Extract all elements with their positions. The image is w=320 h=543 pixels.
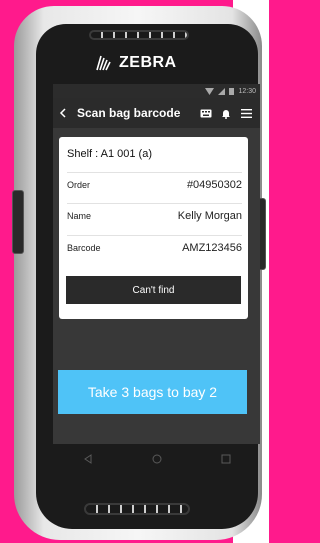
nav-back-icon[interactable] (83, 454, 93, 464)
status-bar: 12:30 (53, 84, 260, 98)
name-value: Kelly Morgan (177, 210, 242, 222)
cant-find-button[interactable]: Can't find (66, 276, 241, 304)
barcode-label: Barcode (67, 243, 101, 253)
keyboard-button[interactable] (198, 106, 214, 120)
order-value: #04950302 (186, 179, 242, 191)
wifi-icon (205, 87, 215, 95)
menu-icon (240, 108, 252, 118)
shelf-label: Shelf : A1 001 (a) (67, 148, 152, 160)
chevron-left-icon (59, 107, 66, 118)
zebra-logo-icon (96, 55, 111, 71)
device-screen: 12:30 Scan bag barcode Shelf : A1 001 (a… (53, 84, 260, 444)
nav-recents-icon[interactable] (221, 454, 231, 464)
name-row: Name Kelly Morgan (67, 203, 242, 228)
back-button[interactable] (59, 106, 73, 121)
menu-button[interactable] (238, 106, 254, 120)
signal-icon (218, 87, 226, 95)
notifications-button[interactable] (218, 106, 234, 120)
speaker-grille-bottom (84, 503, 190, 515)
keyboard-icon (200, 109, 212, 117)
take-bags-button[interactable]: Take 3 bags to bay 2 (58, 370, 247, 414)
order-row: Order #04950302 (67, 172, 242, 197)
barcode-row: Barcode AMZ123456 (67, 235, 242, 260)
battery-icon (229, 87, 235, 95)
nav-home-icon[interactable] (152, 454, 162, 464)
device-side-button-left (12, 190, 24, 254)
name-label: Name (67, 211, 92, 221)
barcode-value: AMZ123456 (182, 242, 242, 254)
status-time: 12:30 (238, 87, 256, 95)
brand-name: ZEBRA (119, 54, 177, 71)
speaker-grille-top (89, 30, 189, 40)
android-nav-bar (53, 444, 260, 474)
order-card: Shelf : A1 001 (a) Order #04950302 Name … (59, 137, 248, 319)
bell-icon (222, 109, 230, 119)
page-title: Scan bag barcode (77, 106, 181, 120)
brand-logo: ZEBRA (95, 52, 195, 74)
order-label: Order (67, 180, 91, 190)
app-bar: Scan bag barcode (53, 98, 260, 128)
